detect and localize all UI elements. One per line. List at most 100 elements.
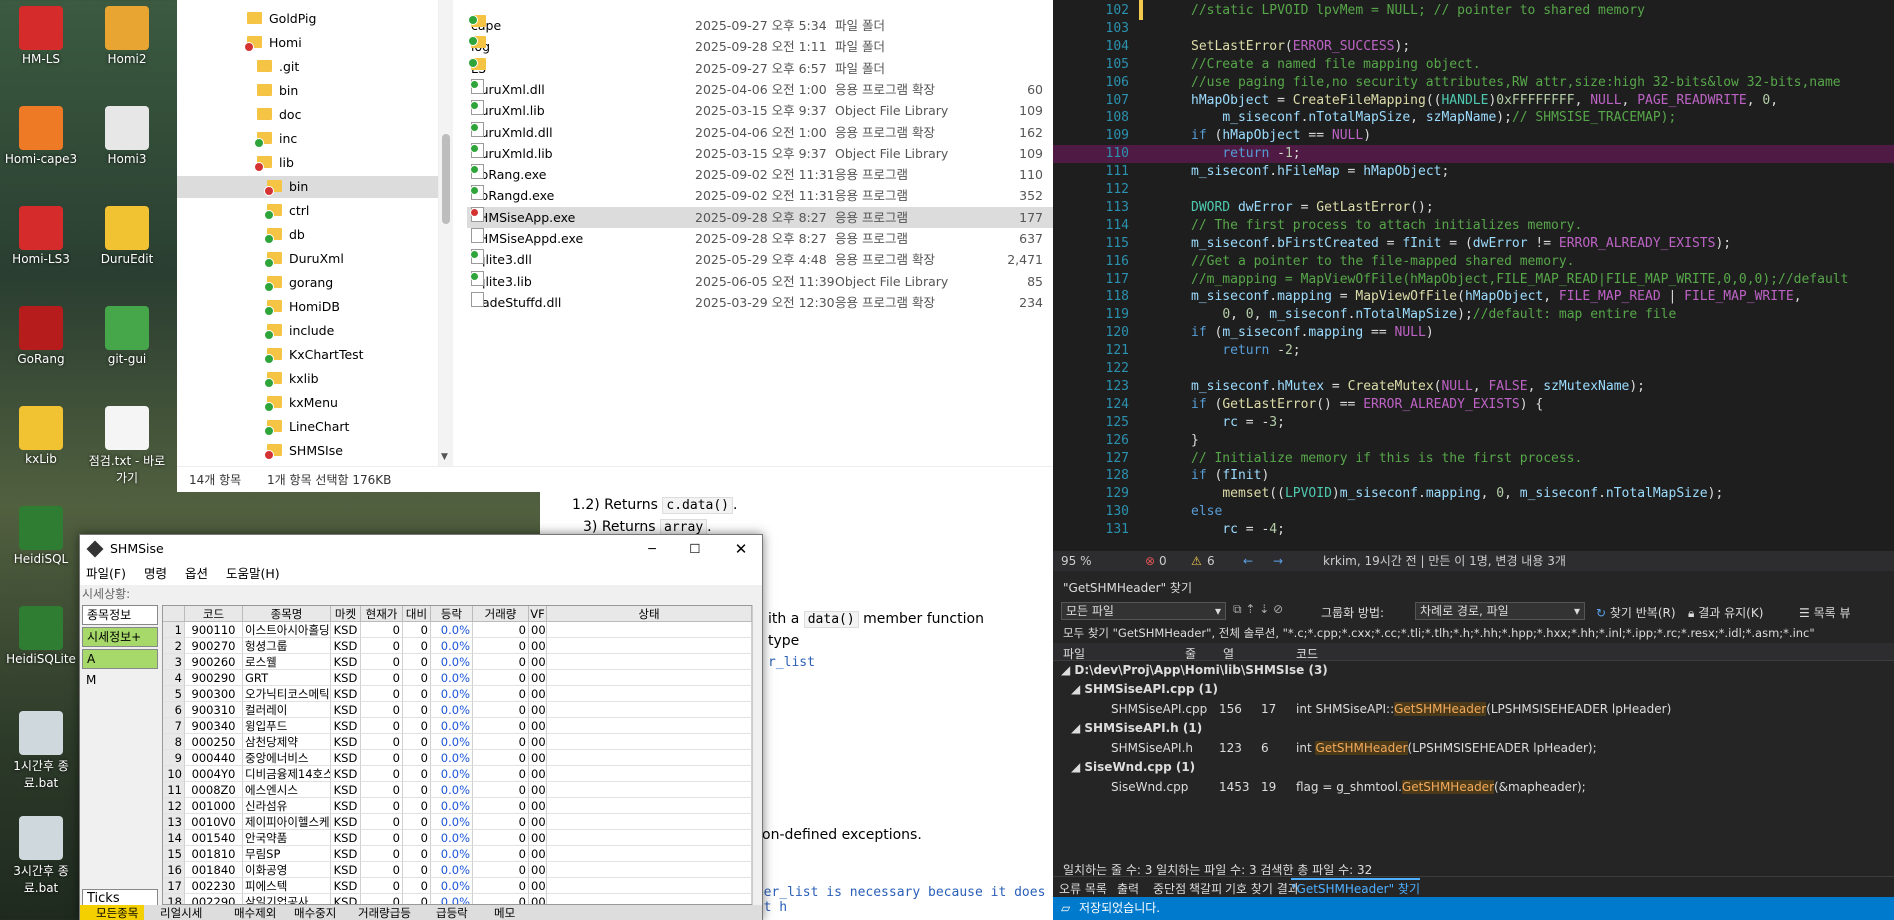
desktop-icon[interactable]: Homi2 (86, 6, 168, 66)
tree-item[interactable]: .git (177, 56, 438, 78)
code-line[interactable]: 130 else (1053, 503, 1894, 521)
arrow-right-icon[interactable]: → (1273, 551, 1283, 571)
toolbar-icons[interactable]: ⧉ ⇡ ⇣ ⊘ (1233, 602, 1283, 617)
code-line[interactable]: 121 return -2; (1053, 342, 1894, 360)
tab-item[interactable]: 모든종목 (80, 905, 145, 920)
tree-item[interactable]: doc (177, 104, 438, 126)
table-row[interactable]: 8 000250 삼천당제약 KSD 0 0 0.0% 0 00 (163, 734, 761, 750)
scrollbar-thumb[interactable] (442, 134, 450, 224)
file-row[interactable]: DuruXmld.lib 2025-03-15 오후 9:37 Object Fil… (467, 142, 1053, 164)
grid-scrollbar[interactable] (752, 605, 762, 905)
left-panel-button[interactable]: 종목정보 (82, 605, 158, 625)
code-editor[interactable]: 102 //static LPVOID lpvMem = NULL; // poi… (1053, 0, 1894, 551)
table-row[interactable]: 12 001000 신라섬유 KSD 0 0 0.0% 0 00 (163, 798, 761, 814)
desktop-icon[interactable]: kxLib (0, 406, 82, 466)
code-line[interactable]: 115 m_siseconf.bFirstCreated = fInit = (d… (1053, 235, 1894, 253)
bottom-tab[interactable]: "GetSHMHeader" 찾기 (1291, 878, 1421, 897)
desktop-icon[interactable]: 점검.txt - 바로 가기 (86, 406, 168, 486)
code-line[interactable]: 123 m_siseconf.hMutex = CreateMutex(NULL,… (1053, 378, 1894, 396)
code-line[interactable]: 119 0, 0, m_siseconf.nTotalMapSize);//de… (1053, 306, 1894, 324)
tree-item[interactable]: db (177, 224, 438, 246)
code-line[interactable]: 122 (1053, 360, 1894, 378)
desktop-icon[interactable]: HM-LS (0, 6, 82, 66)
table-row[interactable]: 4 900290 GRT KSD 0 0 0.0% 0 00 (163, 670, 761, 686)
menu-item[interactable]: 도움말(H) (226, 566, 280, 581)
code-line[interactable]: 118 m_siseconf.mapping = MapViewOfFile(hM… (1053, 288, 1894, 306)
tree-item[interactable]: Homi (177, 32, 438, 54)
file-row[interactable]: DuruXml.dll 2025-04-06 오전 1:00 응용 프로그램 확장 6… (467, 78, 1053, 100)
table-row[interactable]: 2 900270 헝셩그룹 KSD 0 0 0.0% 0 00 (163, 638, 761, 654)
table-row[interactable]: 6 900310 컬러레이 KSD 0 0 0.0% 0 00 (163, 702, 761, 718)
tab-item[interactable]: 매수중지 (278, 905, 336, 920)
stock-grid[interactable]: 코드 종목명 마켓 현재가 대비 등락 거래량 VF 상태 1 900110 이스트아시아홀딩스 KSD… (162, 605, 762, 905)
warning-count[interactable]: 6 (1207, 551, 1215, 571)
code-line[interactable]: 108 m_siseconf.nTotalMapSize, szMapName)… (1053, 109, 1894, 127)
close-icon[interactable]: ✕ (731, 535, 751, 563)
bottom-tab[interactable]: 출력 (1117, 880, 1139, 897)
shmsise-title-bar[interactable]: SHMSise ─ ☐ ✕ (80, 535, 762, 563)
repeat-find-button[interactable]: ↻ 찾기 반복(R) (1596, 604, 1676, 621)
tab-item[interactable]: 매수제외 (218, 905, 276, 920)
keep-results-button[interactable]: 🔒︎ 결과 유지(K) (1688, 604, 1763, 621)
file-row[interactable]: log2025-09-28 오전 1:11파일 폴더 (467, 36, 1053, 57)
tree-item[interactable]: gorang (177, 272, 438, 294)
desktop-icon[interactable]: Homi3 (86, 106, 168, 166)
column-header[interactable]: VF (529, 606, 547, 622)
file-row[interactable]: GoRangd.exe 2025-09-02 오전 11:31 응용 프로그램 352 (467, 185, 1053, 206)
table-row[interactable]: 18 002290 삼일기업공사 KSD 0 0 0.0% 0 00 (163, 894, 761, 904)
maximize-icon[interactable]: ☐ (685, 535, 705, 563)
left-panel-button[interactable]: 시세정보+ (82, 627, 158, 647)
table-row[interactable]: 100004Y0디비금융제14호스팩KSD000.0%000 (163, 766, 761, 782)
code-line[interactable]: 106 //use paging file,no security attribu… (1053, 74, 1894, 92)
tree-item[interactable]: LineChart (177, 416, 438, 438)
code-line[interactable]: 114 // The first process to attach initia… (1053, 217, 1894, 235)
table-row[interactable]: 11 0008Z0 에스엔시스 KSD 0 0 0.0% 0 00 (163, 782, 761, 798)
file-row[interactable]: sqlite3.dll 2025-05-29 오후 4:48 응용 프로그램 확장 2… (467, 249, 1053, 270)
code-line[interactable]: 129 memset((LPVOID)m_siseconf.mapping, 0… (1053, 485, 1894, 503)
bottom-tab[interactable]: 중단점 (1153, 880, 1186, 897)
table-row[interactable]: 1 900110 이스트아시아홀딩스 KSD 0 0 0.0% 0 00 (163, 622, 761, 638)
column-header[interactable]: 등락 (431, 606, 473, 622)
tab-item[interactable]: 메모 (478, 905, 515, 920)
file-row[interactable]: LS2025-09-27 오후 6:57파일 폴더 (467, 57, 1053, 79)
tree-item[interactable]: KxChartTest (177, 344, 438, 366)
result-root[interactable]: ◢ D:\dev\Proj\App\Homi\lib\SHMSIse (3) (1061, 663, 1328, 677)
column-header[interactable]: 대비 (403, 606, 431, 622)
tree-item[interactable]: DuruXml (177, 248, 438, 270)
code-line[interactable]: 117 //m_mapping = MapViewOfFile(hMapObjec… (1053, 271, 1894, 289)
chevron-down-icon[interactable]: ▼ (441, 452, 448, 462)
code-line[interactable]: 126} (1053, 432, 1894, 450)
code-line[interactable]: 104 SetLastError(ERROR_SUCCESS); (1053, 38, 1894, 56)
folder-tree[interactable]: GoldPig Homi .git bin doc inc lib bin ctrl db Duru… (177, 0, 439, 466)
tree-item[interactable]: kxlib (177, 368, 438, 390)
bottom-tab[interactable]: 책갈피 (1189, 880, 1222, 897)
desktop-icon[interactable]: 1시간후 종료.bat (0, 711, 82, 791)
col-file[interactable]: 파일 (1063, 645, 1085, 662)
zoom-level[interactable]: 95 % (1061, 551, 1092, 571)
code-line[interactable]: 127 // Initialize memory if this is the f… (1053, 450, 1894, 468)
tree-item[interactable]: inc (177, 128, 438, 150)
code-line[interactable]: 109 if (hMapObject == NULL) (1053, 127, 1894, 145)
table-row[interactable]: 14 001540 안국약품 KSD 0 0 0.0% 0 00 (163, 830, 761, 846)
file-row[interactable]: DuruXmld.dll 2025-04-06 오전 1:00 응용 프로그램 확장… (467, 121, 1053, 143)
desktop-icon[interactable]: HeidiSQL (0, 506, 82, 566)
file-row[interactable]: sqlite3.lib 2025-06-05 오전 11:39 Object Fil… (467, 270, 1053, 292)
table-row[interactable]: 16 001840 이화공영 KSD 0 0 0.0% 0 00 (163, 862, 761, 878)
tree-item[interactable]: GoldPig (177, 8, 438, 30)
table-row[interactable]: 15 001810 무림SP KSD 0 0 0.0% 0 00 (163, 846, 761, 862)
tab-item[interactable]: 리얼시세 (144, 905, 202, 920)
code-line[interactable]: 111 m_siseconf.hFileMap = hMapObject; (1053, 163, 1894, 181)
menu-item[interactable]: 명령 (144, 566, 167, 581)
tree-scrollbar[interactable]: ▼ (439, 0, 453, 466)
code-line[interactable]: 112 (1053, 181, 1894, 199)
desktop-icon[interactable]: git-gui (86, 306, 168, 366)
desktop-icon[interactable]: HeidiSQLite (0, 606, 82, 666)
tree-item[interactable]: SHMSIse (177, 440, 438, 462)
tree-item[interactable]: lib (177, 152, 438, 174)
minimize-icon[interactable]: ─ (642, 535, 662, 563)
code-line[interactable]: 103 (1053, 20, 1894, 38)
file-row[interactable]: DuruXml.lib 2025-03-15 오후 9:37 Object File… (467, 100, 1053, 121)
code-line[interactable]: 107 hMapObject = CreateFileMapping((HANDL… (1053, 92, 1894, 110)
left-panel-button[interactable]: A (82, 649, 158, 669)
file-row[interactable]: GoRang.exe 2025-09-02 오전 11:31 응용 프로그램 110 (467, 164, 1053, 185)
